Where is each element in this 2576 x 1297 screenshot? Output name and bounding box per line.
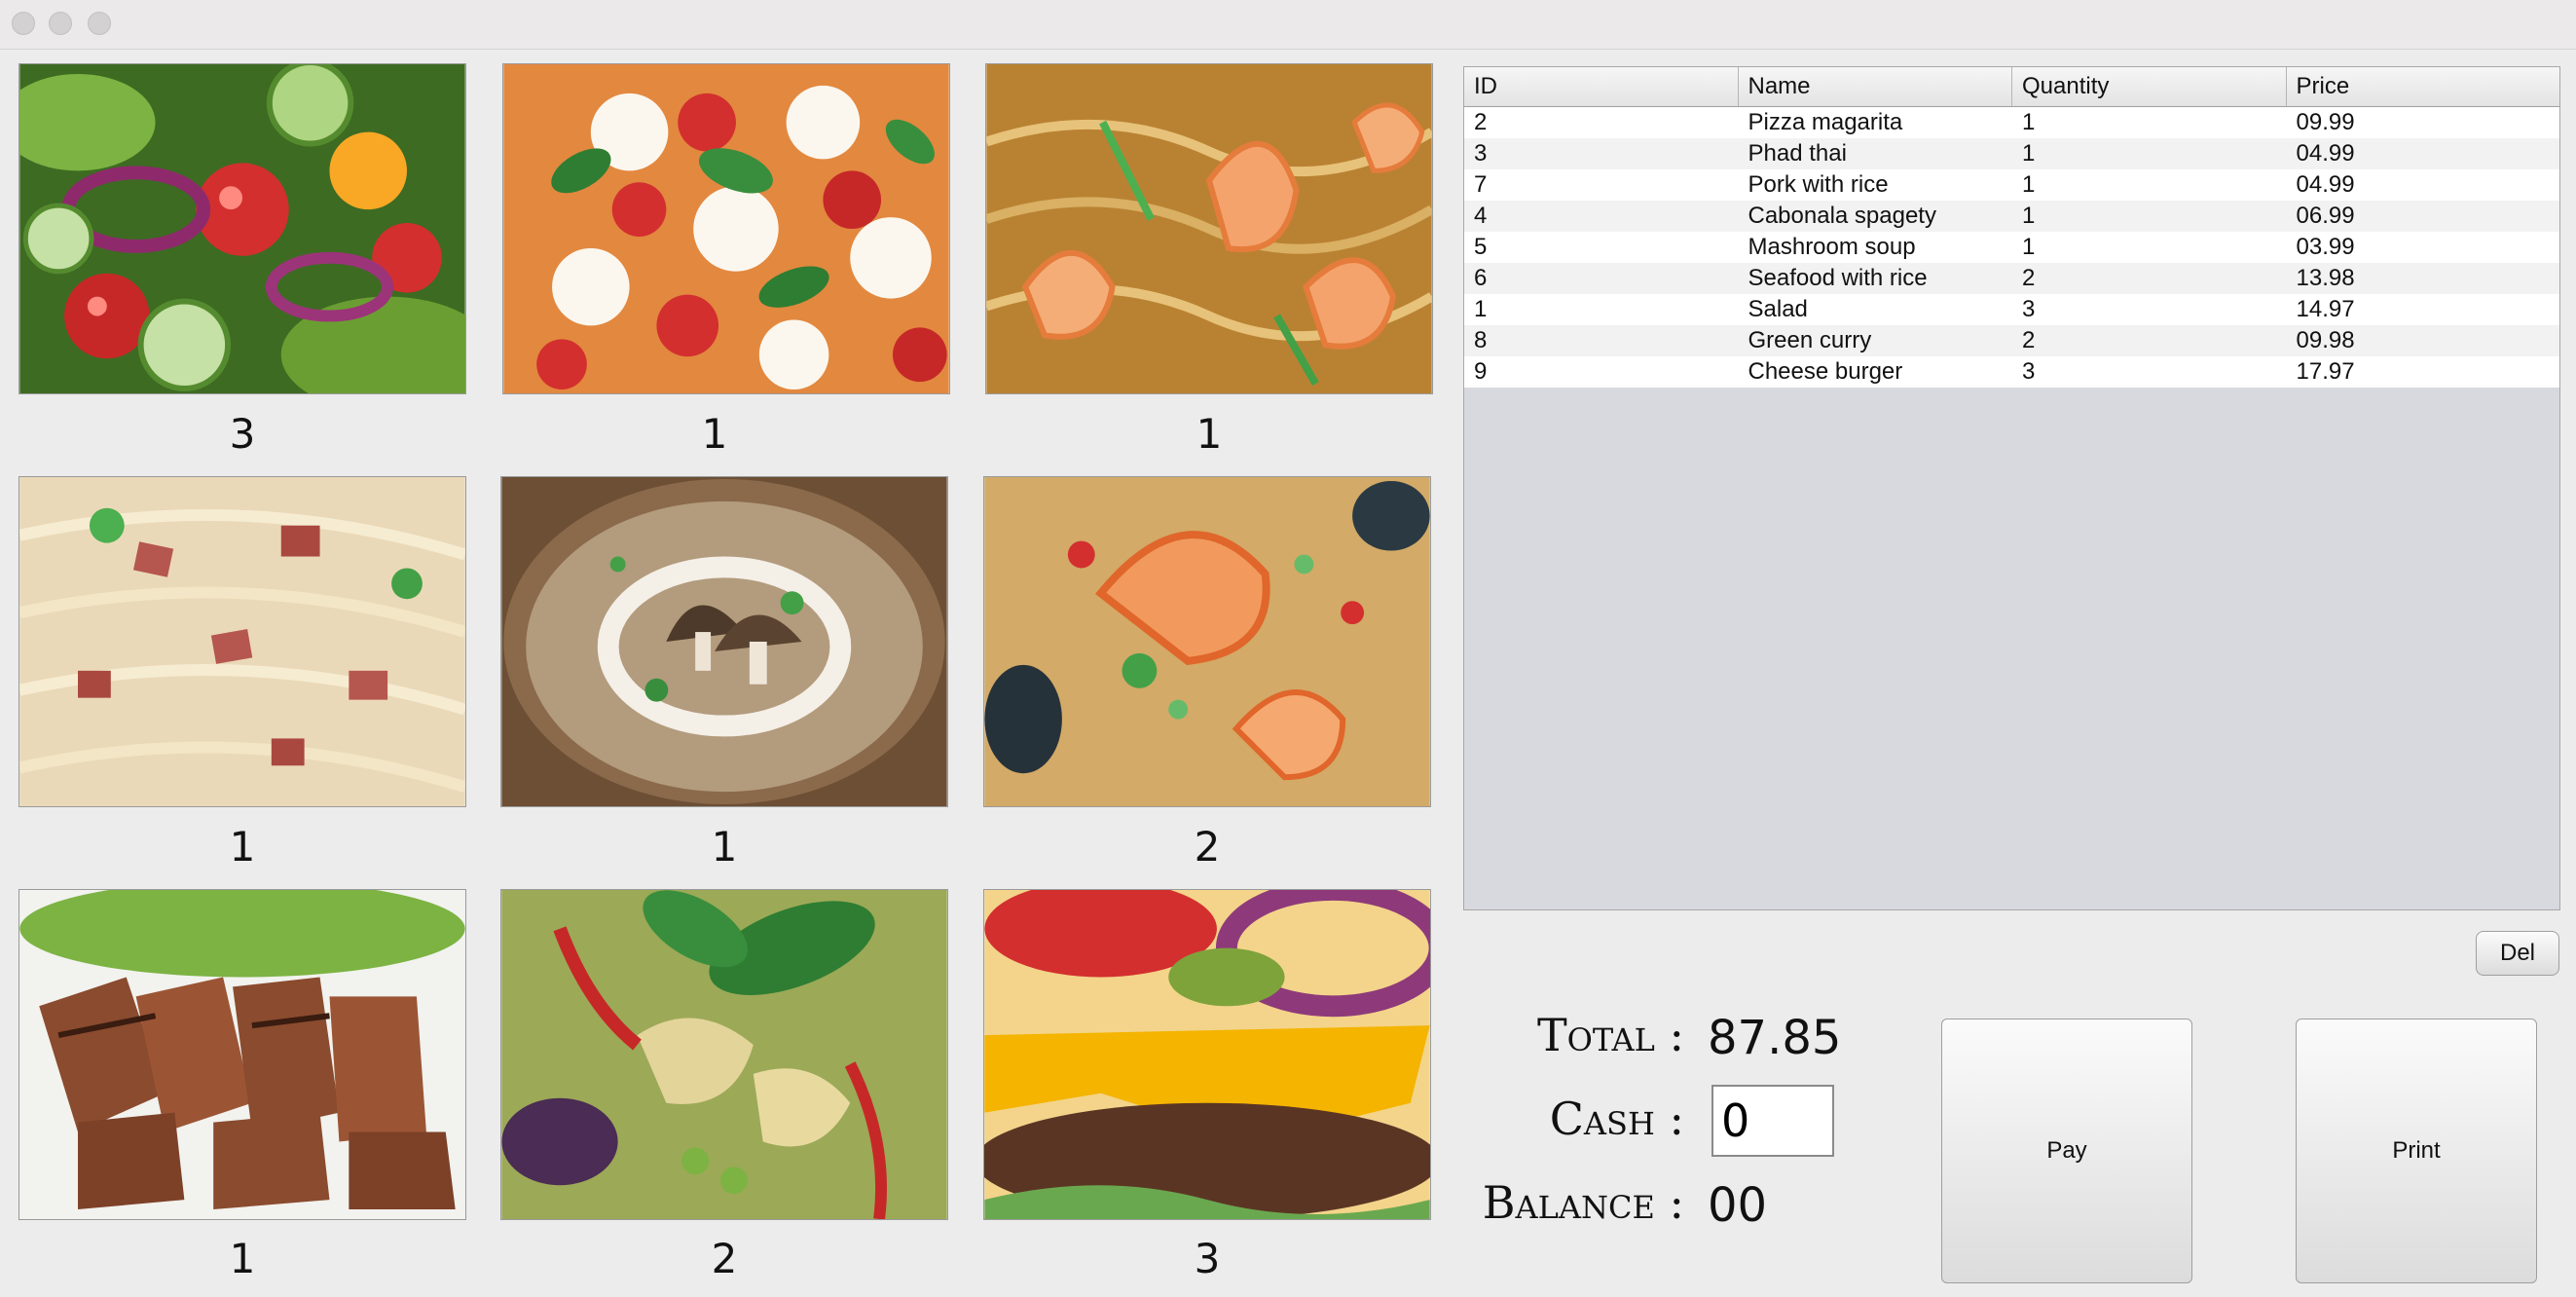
cell-quantity: 3 — [2022, 296, 2036, 322]
cell-quantity: 1 — [2022, 171, 2036, 198]
carbonara-image-button[interactable] — [18, 476, 466, 807]
cell-name: Salad — [1748, 296, 1808, 322]
cell-quantity: 2 — [2022, 265, 2036, 291]
column-header-id[interactable]: ID — [1464, 67, 1739, 106]
cell-quantity: 1 — [2022, 234, 2036, 260]
cell-id: 8 — [1474, 327, 1488, 353]
cell-name: Mashroom soup — [1748, 234, 1916, 260]
print-button[interactable]: Print — [2296, 1019, 2537, 1283]
mushroom-soup-image-button[interactable] — [500, 476, 948, 807]
pizza-count: 1 — [701, 410, 728, 458]
total-label: Total : — [1537, 1009, 1684, 1061]
table-row[interactable]: 1 Salad 3 14.97 — [1464, 294, 2559, 325]
cell-name: Pork with rice — [1748, 171, 1889, 198]
column-header-quantity[interactable]: Quantity — [2012, 67, 2287, 106]
cell-price: 17.97 — [2296, 358, 2355, 385]
cheese-burger-image — [984, 890, 1430, 1219]
carbonara-image — [19, 477, 465, 806]
cell-price: 14.97 — [2296, 296, 2355, 322]
cell-name: Cheese burger — [1748, 358, 1903, 385]
green-curry-count: 2 — [711, 1235, 738, 1282]
cash-input[interactable] — [1711, 1085, 1834, 1157]
cell-id: 3 — [1474, 140, 1488, 167]
table-row[interactable]: 2 Pizza magarita 1 09.99 — [1464, 107, 2559, 138]
salad-image-button[interactable] — [18, 63, 466, 394]
close-window-button[interactable] — [12, 12, 35, 35]
order-table-body: 2 Pizza magarita 1 09.99 3 Phad thai 1 0… — [1464, 107, 2559, 388]
seafood-rice-image-button[interactable] — [983, 476, 1431, 807]
cell-id: 9 — [1474, 358, 1488, 385]
pork-rice-image — [19, 890, 465, 1219]
cheese-burger-count: 3 — [1194, 1235, 1221, 1282]
salad-image — [19, 64, 465, 393]
cell-name: Green curry — [1748, 327, 1872, 353]
cash-label: Cash : — [1549, 1093, 1684, 1145]
seafood-rice-image — [984, 477, 1430, 806]
cell-name: Pizza magarita — [1748, 109, 1903, 135]
cell-id: 7 — [1474, 171, 1488, 198]
pay-button[interactable]: Pay — [1941, 1019, 2192, 1283]
cell-name: Phad thai — [1748, 140, 1847, 167]
table-row[interactable]: 9 Cheese burger 3 17.97 — [1464, 356, 2559, 388]
cell-id: 4 — [1474, 203, 1488, 229]
cell-price: 03.99 — [2296, 234, 2355, 260]
cell-quantity: 3 — [2022, 358, 2036, 385]
carbonara-count: 1 — [229, 823, 256, 871]
cell-id: 5 — [1474, 234, 1488, 260]
green-curry-image-button[interactable] — [500, 889, 948, 1220]
cell-id: 1 — [1474, 296, 1488, 322]
balance-label: Balance : — [1482, 1176, 1684, 1229]
cell-quantity: 1 — [2022, 109, 2036, 135]
cell-name: Cabonala spagety — [1748, 203, 1936, 229]
cell-price: 04.99 — [2296, 140, 2355, 167]
column-header-price[interactable]: Price — [2287, 67, 2560, 106]
mushroom-soup-count: 1 — [711, 823, 738, 871]
phad-thai-image — [986, 64, 1432, 393]
pork-rice-image-button[interactable] — [18, 889, 466, 1220]
pork-rice-count: 1 — [229, 1235, 256, 1282]
cell-quantity: 1 — [2022, 203, 2036, 229]
cheese-burger-image-button[interactable] — [983, 889, 1431, 1220]
table-row[interactable]: 3 Phad thai 1 04.99 — [1464, 138, 2559, 169]
table-row[interactable]: 4 Cabonala spagety 1 06.99 — [1464, 201, 2559, 232]
cell-price: 04.99 — [2296, 171, 2355, 198]
order-table[interactable]: ID Name Quantity Price 2 Pizza magarita … — [1463, 66, 2560, 910]
cell-price: 09.99 — [2296, 109, 2355, 135]
phad-thai-image-button[interactable] — [985, 63, 1433, 394]
order-table-header: ID Name Quantity Price — [1464, 67, 2559, 107]
cell-name: Seafood with rice — [1748, 265, 1928, 291]
zoom-window-button[interactable] — [88, 12, 111, 35]
cell-price: 09.98 — [2296, 327, 2355, 353]
green-curry-image — [501, 890, 947, 1219]
cell-price: 06.99 — [2296, 203, 2355, 229]
cell-id: 6 — [1474, 265, 1488, 291]
table-row[interactable]: 7 Pork with rice 1 04.99 — [1464, 169, 2559, 201]
salad-count: 3 — [229, 410, 256, 458]
cell-quantity: 1 — [2022, 140, 2036, 167]
window-titlebar — [0, 0, 2576, 50]
table-row[interactable]: 8 Green curry 2 09.98 — [1464, 325, 2559, 356]
table-row[interactable]: 6 Seafood with rice 2 13.98 — [1464, 263, 2559, 294]
total-value: 87.85 — [1708, 1011, 1842, 1065]
delete-button[interactable]: Del — [2476, 931, 2559, 976]
balance-value: 00 — [1708, 1178, 1768, 1233]
mushroom-soup-image — [501, 477, 947, 806]
pizza-image — [503, 64, 949, 393]
cell-quantity: 2 — [2022, 327, 2036, 353]
minimize-window-button[interactable] — [49, 12, 72, 35]
column-header-name[interactable]: Name — [1739, 67, 2012, 106]
cell-price: 13.98 — [2296, 265, 2355, 291]
phad-thai-count: 1 — [1196, 410, 1223, 458]
seafood-rice-count: 2 — [1194, 823, 1221, 871]
cell-id: 2 — [1474, 109, 1488, 135]
pizza-image-button[interactable] — [502, 63, 950, 394]
table-row[interactable]: 5 Mashroom soup 1 03.99 — [1464, 232, 2559, 263]
